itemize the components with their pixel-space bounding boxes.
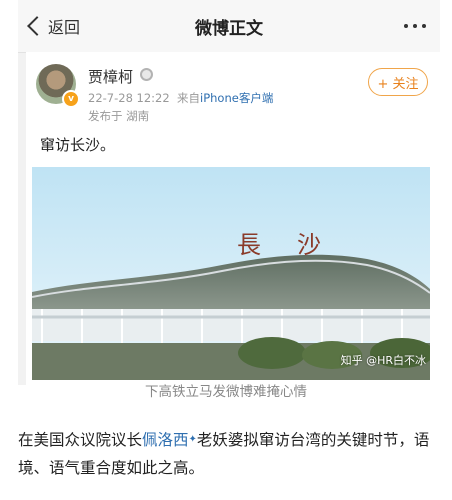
navbar: 返回 微博正文 (18, 0, 440, 53)
person-link[interactable]: 佩洛西 (142, 431, 189, 449)
post-card: v 贾樟柯 22-7-28 12:22 来自iPhone客户端 发布于 湖南 +… (26, 52, 440, 385)
post-photo[interactable]: 長沙 知乎 @HR白不冰 (31, 167, 434, 380)
weibo-screenshot: 返回 微博正文 v 贾樟柯 22-7-28 12:22 来自iPhone客户端 … (18, 0, 440, 385)
station-photo: 長沙 (31, 167, 434, 380)
post-meta: 22-7-28 12:22 来自iPhone客户端 (88, 90, 273, 106)
post-location: 发布于 湖南 (88, 109, 150, 123)
more-icon[interactable] (404, 24, 426, 28)
source-name[interactable]: iPhone客户端 (200, 91, 273, 105)
article-paragraph: 在美国众议院议长佩洛西✦老妖婆拟窜访台湾的关键时节，语境、语气重合度如此之高。 (18, 426, 438, 482)
photo-watermark: 知乎 @HR白不冰 (340, 354, 426, 367)
page-title: 微博正文 (195, 19, 263, 39)
post-text: 窜访长沙。 (40, 136, 116, 154)
paragraph-text-before: 在美国众议院议长 (18, 431, 143, 449)
source-prefix: 来自 (177, 91, 200, 105)
member-level-icon (140, 68, 153, 81)
username[interactable]: 贾樟柯 (88, 66, 133, 87)
link-sparkle-icon: ✦ (188, 434, 197, 445)
post-date: 22-7-28 12:22 (88, 91, 170, 105)
verified-badge-icon: v (62, 90, 80, 108)
station-sign: 長沙 (237, 231, 357, 259)
follow-button[interactable]: + 关注 (368, 68, 428, 96)
image-caption: 下高铁立马发微博难掩心情 (145, 384, 307, 400)
